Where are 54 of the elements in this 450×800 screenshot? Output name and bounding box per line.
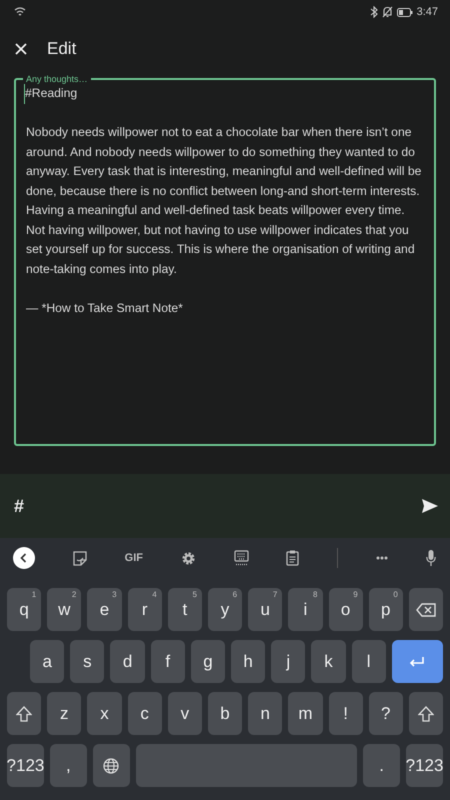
bell-off-icon [382, 6, 393, 18]
keyboard-key[interactable]: f [150, 640, 185, 683]
keyboard-key[interactable]: x [87, 692, 122, 735]
enter-icon [409, 656, 426, 666]
gif-button[interactable]: GIF [124, 552, 143, 564]
keyboard-key[interactable]: l [352, 640, 386, 683]
shift-icon [16, 706, 32, 722]
wifi-icon [14, 6, 26, 18]
keyboard-key[interactable]: z [47, 692, 82, 735]
more-icon[interactable] [376, 556, 388, 560]
keyboard-key[interactable]: v [168, 692, 202, 735]
backspace-key[interactable] [408, 588, 444, 631]
keyboard-key[interactable]: ! [328, 692, 363, 735]
keyboard-key[interactable]: h [231, 640, 266, 683]
keyboard-key[interactable]: ? [368, 692, 403, 735]
back-icon[interactable] [13, 547, 35, 569]
bluetooth-icon [370, 6, 378, 18]
note-text: — *How to Take Smart Note* [26, 300, 183, 316]
globe-icon [103, 758, 120, 774]
send-icon[interactable] [422, 499, 438, 513]
keyboard-key[interactable]: j [271, 640, 306, 683]
keyboard-key[interactable]: d [110, 640, 145, 683]
sticker-icon[interactable] [72, 550, 87, 566]
page-title: Edit [47, 39, 76, 59]
keyboard-key[interactable]: . [363, 744, 400, 787]
keyboard-key[interactable]: ?123 [7, 744, 44, 787]
globe-key[interactable] [92, 744, 130, 787]
clock-time: 3:47 [416, 6, 438, 18]
clipboard-icon[interactable] [286, 550, 300, 566]
shift-key[interactable] [7, 692, 42, 735]
note-text: Nobody needs willpower not to eat a chocolate bar when there isn’t one around. And nobody needs willpower to do something they wanted to do anyway. Every task that is interesting, meaningful and well-defined will be done, because there is no conflict between long-and short-term interests. Having a meaningful and well-defined task beats willpower every time. Not having willpower, but not having to use willpower indicates that you set yourself up for success. This is where the organisation of writing and note-taking comes into play. [26, 124, 422, 278]
keyboard-key[interactable]: s [70, 640, 104, 683]
settings-icon[interactable] [180, 550, 196, 566]
keyboard-key[interactable]: ?123 [406, 744, 443, 787]
shift-key[interactable] [408, 692, 444, 735]
close-icon[interactable] [15, 43, 27, 55]
keyboard-icon[interactable] [234, 550, 249, 566]
field-label: Any thoughts… [25, 74, 89, 84]
hashtag-button[interactable]: # [14, 496, 24, 516]
keyboard-key[interactable]: a [30, 640, 64, 683]
keyboard-key[interactable]: c [128, 692, 162, 735]
microphone-icon[interactable] [426, 550, 436, 566]
battery-icon [396, 8, 413, 16]
keyboard-key[interactable]: b [208, 692, 242, 735]
backspace-icon [416, 602, 436, 616]
keyboard-key[interactable]: , [50, 744, 87, 787]
keyboard-key[interactable]: k [311, 640, 346, 683]
keyboard-key[interactable]: g [190, 640, 226, 683]
enter-key[interactable] [392, 640, 444, 683]
note-field[interactable] [14, 74, 436, 446]
keyboard-key[interactable]: n [248, 692, 282, 735]
keyboard-key[interactable]: m [288, 692, 322, 735]
shift-icon [418, 706, 434, 722]
note-text: #Reading [24, 84, 78, 104]
